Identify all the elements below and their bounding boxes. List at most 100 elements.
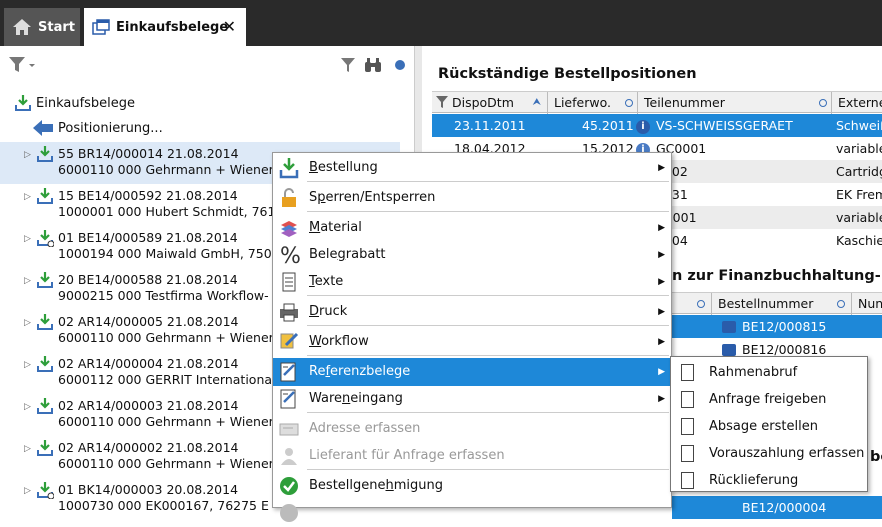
table-row[interactable]: 23.11.2011 45.2011 i VS-SCHWEISSGERAET Schwe… xyxy=(432,114,882,137)
tree-item-line1: 02 AR14/000002 21.08.2014 xyxy=(58,440,239,455)
expand-arrow-icon[interactable]: ▷ xyxy=(24,402,31,412)
menu-item-druck[interactable]: Druck ▶ xyxy=(273,298,671,326)
document-icon xyxy=(681,418,694,435)
submenu-item-anfrage-freigeben[interactable]: Anfrage freigeben xyxy=(671,386,867,413)
printer-icon xyxy=(280,303,298,322)
binoculars-icon[interactable] xyxy=(364,57,382,73)
document-download-icon xyxy=(37,482,54,499)
tree-item-line2: 1000001 000 Hubert Schmidt, 761 xyxy=(58,204,276,219)
menu-item-sperren-entsperren[interactable]: Sperren/Entsperren xyxy=(273,184,671,212)
tree-item-line1: 02 AR14/000005 21.08.2014 xyxy=(58,314,239,329)
menu-item-referenzbelege[interactable]: Referenzbelege ▶ xyxy=(273,358,671,386)
menu-item-material[interactable]: Material ▶ xyxy=(273,214,671,242)
menu-item-lieferant-für-anfrage-erfassen[interactable]: Lieferant für Anfrage erfassen xyxy=(273,442,671,470)
download-icon xyxy=(279,158,299,179)
expand-arrow-icon[interactable]: ▷ xyxy=(24,360,31,370)
filter-icon xyxy=(436,96,448,108)
menu-item-workflow[interactable]: Workflow ▶ xyxy=(273,328,671,356)
tree-item-line2: 6000112 000 GERRIT Internationa xyxy=(58,372,273,387)
col-dispodtm[interactable]: DispoDtm ⮝ xyxy=(432,92,548,114)
menu-item-texte[interactable]: Texte ▶ xyxy=(273,268,671,296)
menu-separator xyxy=(307,412,669,413)
menu-item-adresse-erfassen[interactable]: Adresse erfassen xyxy=(273,415,671,443)
expand-arrow-icon[interactable]: ▷ xyxy=(24,192,31,202)
close-icon[interactable]: ✕ xyxy=(223,17,236,36)
submenu-arrow-icon: ▶ xyxy=(658,394,665,404)
arrow-left-icon[interactable] xyxy=(32,119,54,137)
submenu-item-label: Anfrage freigeben xyxy=(709,392,827,407)
grid2-header: Bestellnummer Nun xyxy=(672,292,882,315)
positioning-link[interactable]: Positionierung... xyxy=(58,121,163,136)
cut-off-icon xyxy=(280,504,298,522)
tree-item-line2: 1000730 000 EK000167, 76275 E xyxy=(58,498,269,513)
document-icon xyxy=(681,472,694,489)
menu-item-cut-off[interactable] xyxy=(273,499,671,527)
home-icon xyxy=(13,19,31,35)
menu-item-belegrabatt[interactable]: % Belegrabatt ▶ xyxy=(273,241,671,269)
approval-check-icon xyxy=(280,477,298,495)
sort-dot-icon xyxy=(837,300,845,308)
col-bestellnummer[interactable]: Bestellnummer xyxy=(712,293,852,315)
document-icon xyxy=(681,445,694,462)
menu-item-label: Lieferant für Anfrage erfassen xyxy=(309,448,505,463)
col-teilenummer[interactable]: Teilenummer xyxy=(638,92,832,114)
submenu-item-label: Rücklieferung xyxy=(709,473,799,488)
expand-arrow-icon[interactable]: ▷ xyxy=(24,276,31,286)
submenu-item-vorauszahlung-erfassen[interactable]: Vorauszahlung erfassen xyxy=(671,440,867,467)
lock-icon xyxy=(722,321,736,333)
filter-icon[interactable] xyxy=(340,57,356,73)
address-icon xyxy=(279,423,299,436)
tree-item-line1: 01 BE14/000589 21.08.2014 xyxy=(58,230,238,245)
menu-separator xyxy=(307,211,669,212)
status-dot-icon[interactable] xyxy=(395,60,405,70)
expand-arrow-icon[interactable]: ▷ xyxy=(24,318,31,328)
document-download-icon xyxy=(37,356,53,372)
submenu-arrow-icon: ▶ xyxy=(658,337,665,347)
workflow-icon xyxy=(280,332,299,349)
document-download-icon xyxy=(37,314,53,330)
expand-arrow-icon[interactable]: ▷ xyxy=(24,486,31,496)
table-row[interactable]: BE12/000815 xyxy=(672,315,882,338)
sort-dot-icon xyxy=(697,300,705,308)
col-externe[interactable]: Externe T xyxy=(832,92,882,114)
tree-root-label[interactable]: Einkaufsbelege xyxy=(36,96,135,111)
submenu-item-rahmenabruf[interactable]: Rahmenabruf xyxy=(671,359,867,386)
expand-arrow-icon[interactable]: ▷ xyxy=(24,234,31,244)
info-icon[interactable]: i xyxy=(636,119,650,134)
col-nummer[interactable]: Nun xyxy=(852,293,882,315)
menu-item-bestellgenehmigung[interactable]: Bestellgenehmigung xyxy=(273,472,671,500)
expand-arrow-icon[interactable]: ▷ xyxy=(24,444,31,454)
tree-item-line1: 20 BE14/000588 21.08.2014 xyxy=(58,272,238,287)
document-download-icon xyxy=(37,146,53,162)
menu-item-label: Belegrabatt xyxy=(309,247,386,262)
tree-item-line1: 01 BK14/000003 20.08.2014 xyxy=(58,482,239,497)
tree-item-line1: 02 AR14/000003 21.08.2014 xyxy=(58,398,239,413)
tree-item-line2: 6000110 000 Gehrmann + Wiener xyxy=(58,330,274,345)
col-lieferwoche[interactable]: Lieferwo. xyxy=(548,92,638,114)
submenu-item-absage-erstellen[interactable]: Absage erstellen xyxy=(671,413,867,440)
submenu-item-rücklieferung[interactable]: Rücklieferung xyxy=(671,467,867,494)
menu-item-bestellung[interactable]: Bestellung ▶ xyxy=(273,154,671,182)
col-blank[interactable] xyxy=(672,293,712,315)
tab-einkaufsbelege[interactable]: Einkaufsbelege ✕ xyxy=(84,8,246,46)
menu-separator xyxy=(307,295,669,296)
submenu-arrow-icon: ▶ xyxy=(658,163,665,173)
menu-item-label: Sperren/Entsperren xyxy=(309,190,436,205)
sort-dot-icon xyxy=(625,99,633,107)
menu-item-label: Wareneingang xyxy=(309,391,403,406)
document-icon xyxy=(681,364,694,381)
tree-item-line1: 02 AR14/000004 21.08.2014 xyxy=(58,356,239,371)
menu-item-wareneingang[interactable]: Wareneingang ▶ xyxy=(273,385,671,413)
submenu-referenzbelege: Rahmenabruf Anfrage freigeben Absage erste… xyxy=(670,356,868,492)
expand-arrow-icon[interactable]: ▷ xyxy=(24,150,31,160)
submenu-arrow-icon: ▶ xyxy=(658,307,665,317)
submenu-item-label: Rahmenabruf xyxy=(709,365,798,380)
menu-separator xyxy=(307,355,669,356)
tree-item-line2: 6000110 000 Gehrmann + Wiener xyxy=(58,456,274,471)
filter-dropdown-icon[interactable] xyxy=(8,56,38,74)
tab-start[interactable]: Start xyxy=(4,8,80,46)
section-title-backorders: Rückständige Bestellpositionen xyxy=(438,66,697,82)
tree-item-line1: 55 BR14/000014 21.08.2014 xyxy=(58,146,239,161)
menu-item-label: Bestellung xyxy=(309,160,378,175)
download-tray-icon xyxy=(15,95,31,111)
